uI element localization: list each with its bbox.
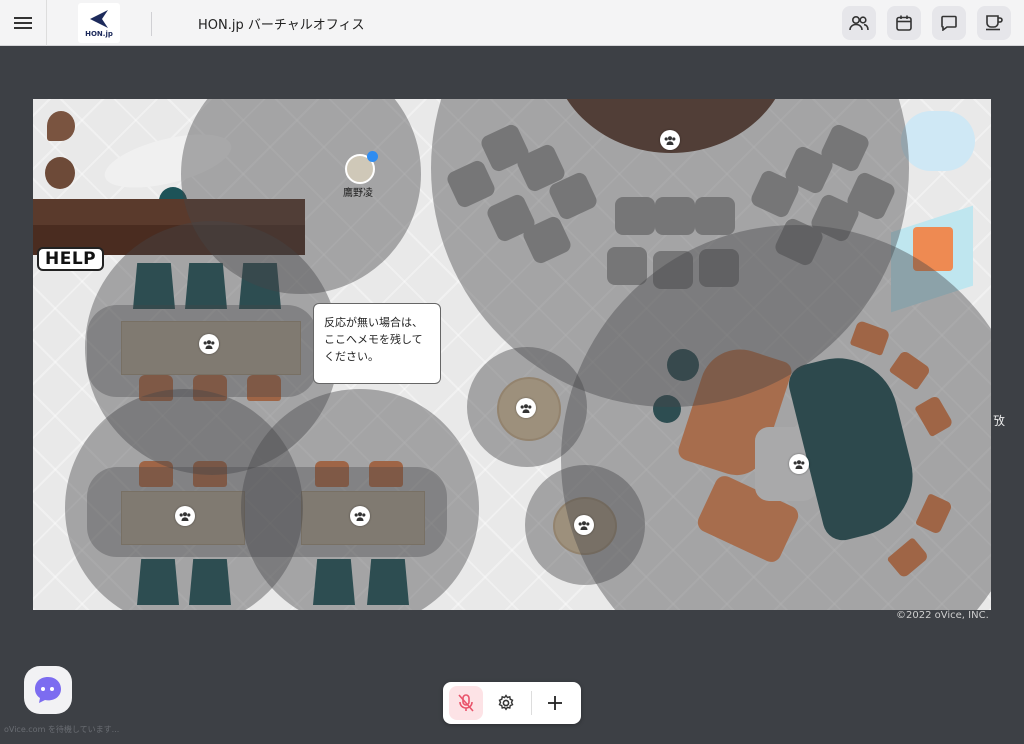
members-button[interactable] [842, 6, 876, 40]
help-sign[interactable]: HELP [37, 247, 105, 271]
control-bar [443, 682, 581, 724]
status-dot [367, 151, 378, 162]
side-panel-tab[interactable]: 攷 [993, 412, 1005, 429]
mic-off-icon [458, 694, 474, 712]
decor-stone [47, 111, 75, 141]
logo[interactable]: HON.jp [78, 3, 120, 43]
gear-icon [498, 694, 514, 711]
talk-zone[interactable] [87, 467, 447, 557]
divider [531, 691, 532, 715]
add-button[interactable] [538, 686, 572, 720]
copyright: ©2022 oVice, INC. [896, 610, 989, 621]
calendar-icon [896, 15, 912, 31]
avatar-name: 鷹野凌 [343, 188, 373, 199]
menu-button[interactable] [0, 0, 47, 46]
coffee-break-button[interactable] [977, 6, 1011, 40]
illustration-cloud [901, 111, 975, 171]
chat-button[interactable] [932, 6, 966, 40]
hamburger-menu-icon [14, 17, 32, 29]
plus-icon [548, 696, 562, 710]
group-icon[interactable] [199, 334, 219, 354]
people-icon [849, 15, 869, 31]
page-title: HON.jp バーチャルオフィス [198, 18, 365, 33]
chat-bubble-icon [35, 677, 61, 703]
assistant-button[interactable] [24, 666, 72, 714]
decor-stone [45, 157, 75, 189]
top-bar: HON.jp HON.jp バーチャルオフィス [0, 0, 1024, 46]
status-text: oVice.com を待機しています... [4, 725, 120, 734]
office-map[interactable]: HELP [33, 99, 991, 610]
memo-note[interactable]: 反応が無い場合は、ここへメモを残してください。 [313, 303, 441, 384]
logo-mark-icon [90, 9, 108, 28]
group-icon[interactable] [516, 398, 536, 418]
mic-toggle-button[interactable] [449, 686, 483, 720]
group-icon[interactable] [175, 506, 195, 526]
coffee-icon [986, 15, 1003, 31]
chat-icon [941, 15, 957, 31]
group-icon[interactable] [789, 454, 809, 474]
logo-text: HON.jp [85, 29, 113, 38]
group-icon[interactable] [574, 515, 594, 535]
divider [151, 12, 152, 36]
group-icon[interactable] [350, 506, 370, 526]
settings-button[interactable] [489, 686, 523, 720]
group-icon[interactable] [660, 130, 680, 150]
calendar-button[interactable] [887, 6, 921, 40]
